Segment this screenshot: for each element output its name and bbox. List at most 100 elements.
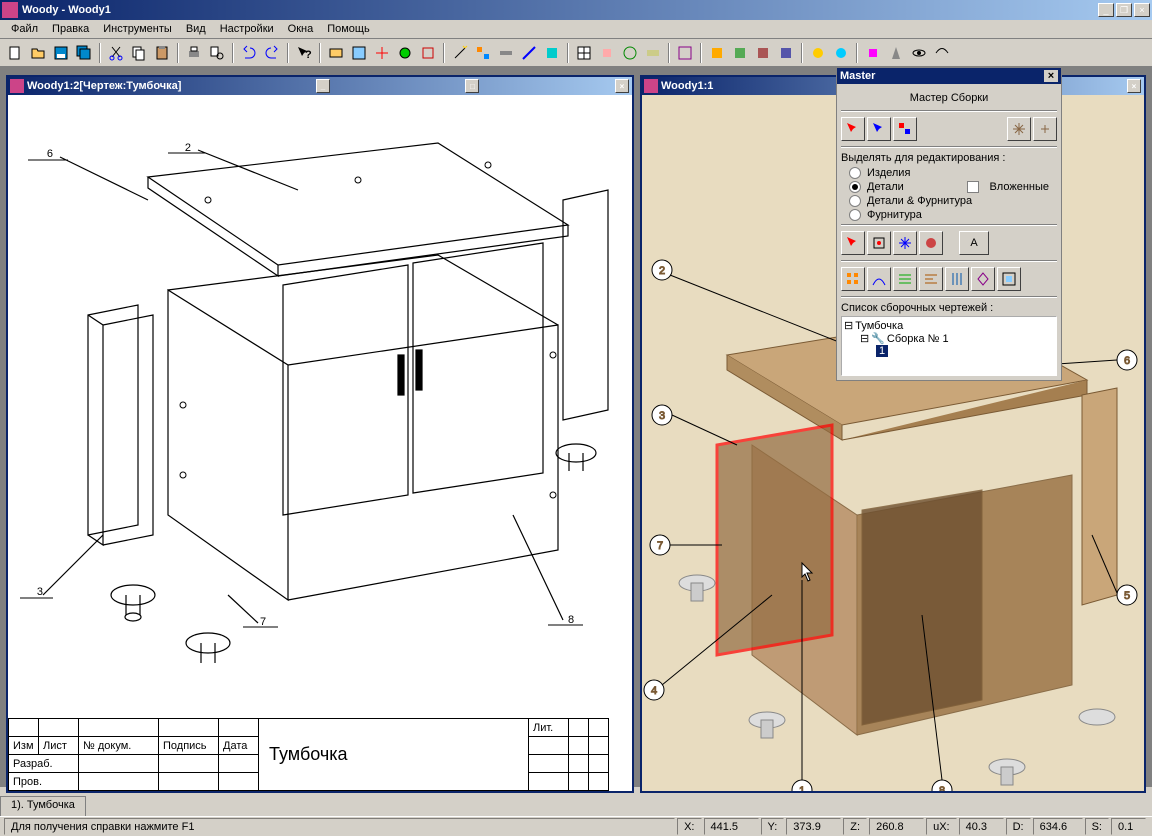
new-icon[interactable] [4, 42, 26, 64]
drawing-titlebar[interactable]: Woody1:2[Чертеж:Тумбочка] _ □ × [8, 77, 632, 95]
m3-3[interactable] [893, 267, 917, 291]
status-hint: Для получения справки нажмите F1 [4, 818, 675, 835]
nested-checkbox[interactable] [967, 181, 979, 193]
menu-windows[interactable]: Окна [281, 21, 321, 37]
menu-edit[interactable]: Правка [45, 21, 96, 37]
master-btn-spark1[interactable] [1007, 117, 1031, 141]
save-icon[interactable] [50, 42, 72, 64]
svg-text:8: 8 [939, 785, 945, 791]
radio-products[interactable]: Изделия [841, 166, 1057, 180]
tab-1[interactable]: 1). Тумбочка [0, 796, 86, 816]
m3-2[interactable] [867, 267, 891, 291]
saveall-icon[interactable] [73, 42, 95, 64]
m2-btn-4[interactable] [919, 231, 943, 255]
status-x: X: [677, 818, 701, 835]
wand-icon[interactable] [449, 42, 471, 64]
tool-5-icon[interactable] [417, 42, 439, 64]
doc-minimize-icon[interactable]: _ [316, 79, 330, 93]
svg-text:6: 6 [1124, 355, 1130, 367]
redo-icon[interactable] [261, 42, 283, 64]
t18-icon[interactable] [775, 42, 797, 64]
assembly-tree[interactable]: ⊟ Тумбочка ⊟ 🔧 Сборка № 1 1 [841, 316, 1057, 376]
main-toolbar: ? [0, 39, 1152, 67]
paste-icon[interactable] [151, 42, 173, 64]
status-bar: Для получения справки нажмите F1 X: 441.… [0, 816, 1152, 836]
menu-tools[interactable]: Инструменты [96, 21, 179, 37]
app-title: Woody - Woody1 [22, 4, 1098, 16]
svg-text:5: 5 [1124, 590, 1130, 602]
drawing-title-block: ТумбочкаЛит. ИзмЛист№ докум.ПодписьДата … [8, 718, 609, 791]
preview-icon[interactable] [206, 42, 228, 64]
svg-text:4: 4 [651, 685, 657, 697]
radio-details[interactable]: ДеталиВложенные [841, 180, 1057, 194]
t15-icon[interactable] [706, 42, 728, 64]
m3-6[interactable] [971, 267, 995, 291]
svg-text:7: 7 [260, 616, 266, 628]
menu-help[interactable]: Помощь [320, 21, 377, 37]
tool-4-icon[interactable] [394, 42, 416, 64]
minimize-button[interactable]: _ [1098, 3, 1114, 17]
t21-icon[interactable] [862, 42, 884, 64]
tool-2-icon[interactable] [348, 42, 370, 64]
t22-icon[interactable] [885, 42, 907, 64]
t11-icon[interactable] [596, 42, 618, 64]
svg-text:8: 8 [568, 614, 574, 626]
cut-icon[interactable] [105, 42, 127, 64]
t8-icon[interactable] [518, 42, 540, 64]
master-close-icon[interactable]: × [1044, 70, 1058, 82]
m3-7[interactable] [997, 267, 1021, 291]
t12-icon[interactable] [619, 42, 641, 64]
doc-icon [10, 79, 24, 93]
radio-fittings[interactable]: Фурнитура [841, 208, 1057, 222]
t10-icon[interactable] [573, 42, 595, 64]
help-context-icon[interactable]: ? [293, 42, 315, 64]
menu-file[interactable]: Файл [4, 21, 45, 37]
t9-icon[interactable] [541, 42, 563, 64]
m3-5[interactable] [945, 267, 969, 291]
menu-settings[interactable]: Настройки [213, 21, 281, 37]
annotation-button[interactable]: A [959, 231, 989, 255]
menu-bar: Файл Правка Инструменты Вид Настройки Ок… [0, 20, 1152, 39]
m3-4[interactable] [919, 267, 943, 291]
master-btn-3[interactable] [893, 117, 917, 141]
m2-btn-2[interactable] [867, 231, 891, 255]
master-heading: Мастер Сборки [841, 88, 1057, 108]
drawing-title: Woody1:2[Чертеж:Тумбочка] [27, 80, 181, 92]
m3-1[interactable] [841, 267, 865, 291]
menu-view[interactable]: Вид [179, 21, 213, 37]
t20-icon[interactable] [830, 42, 852, 64]
master-btn-1[interactable] [841, 117, 865, 141]
doc-close-icon[interactable]: × [615, 79, 629, 93]
close-button[interactable]: × [1134, 3, 1150, 17]
t17-icon[interactable] [752, 42, 774, 64]
t19-icon[interactable] [807, 42, 829, 64]
print-icon[interactable] [183, 42, 205, 64]
svg-text:6: 6 [47, 148, 53, 160]
t14-icon[interactable] [674, 42, 696, 64]
master-titlebar[interactable]: Master × [837, 68, 1061, 84]
doc-icon [644, 79, 658, 93]
t6-icon[interactable] [472, 42, 494, 64]
m2-btn-3[interactable] [893, 231, 917, 255]
t23-icon[interactable] [931, 42, 953, 64]
doc-maximize-icon[interactable]: □ [465, 79, 479, 93]
open-icon[interactable] [27, 42, 49, 64]
master-btn-2[interactable] [867, 117, 891, 141]
t13-icon[interactable] [642, 42, 664, 64]
radio-details-fittings[interactable]: Детали & Фурнитура [841, 194, 1057, 208]
svg-text:3: 3 [37, 586, 43, 598]
m2-btn-1[interactable] [841, 231, 865, 255]
master-btn-spark2[interactable] [1033, 117, 1057, 141]
doc-close-icon[interactable]: × [1127, 79, 1141, 93]
drawing-name: Тумбочка [259, 719, 529, 791]
drawing-canvas[interactable]: 6 2 3 7 8 ТумбочкаЛит. ИзмЛист№ докум.По… [8, 95, 632, 791]
tool-1-icon[interactable] [325, 42, 347, 64]
undo-icon[interactable] [238, 42, 260, 64]
master-panel[interactable]: Master × Мастер Сборки Выделять для реда… [836, 67, 1062, 381]
maximize-button[interactable]: ❐ [1116, 3, 1132, 17]
tool-3-icon[interactable] [371, 42, 393, 64]
t7-icon[interactable] [495, 42, 517, 64]
t16-icon[interactable] [729, 42, 751, 64]
eye-icon[interactable] [908, 42, 930, 64]
copy-icon[interactable] [128, 42, 150, 64]
